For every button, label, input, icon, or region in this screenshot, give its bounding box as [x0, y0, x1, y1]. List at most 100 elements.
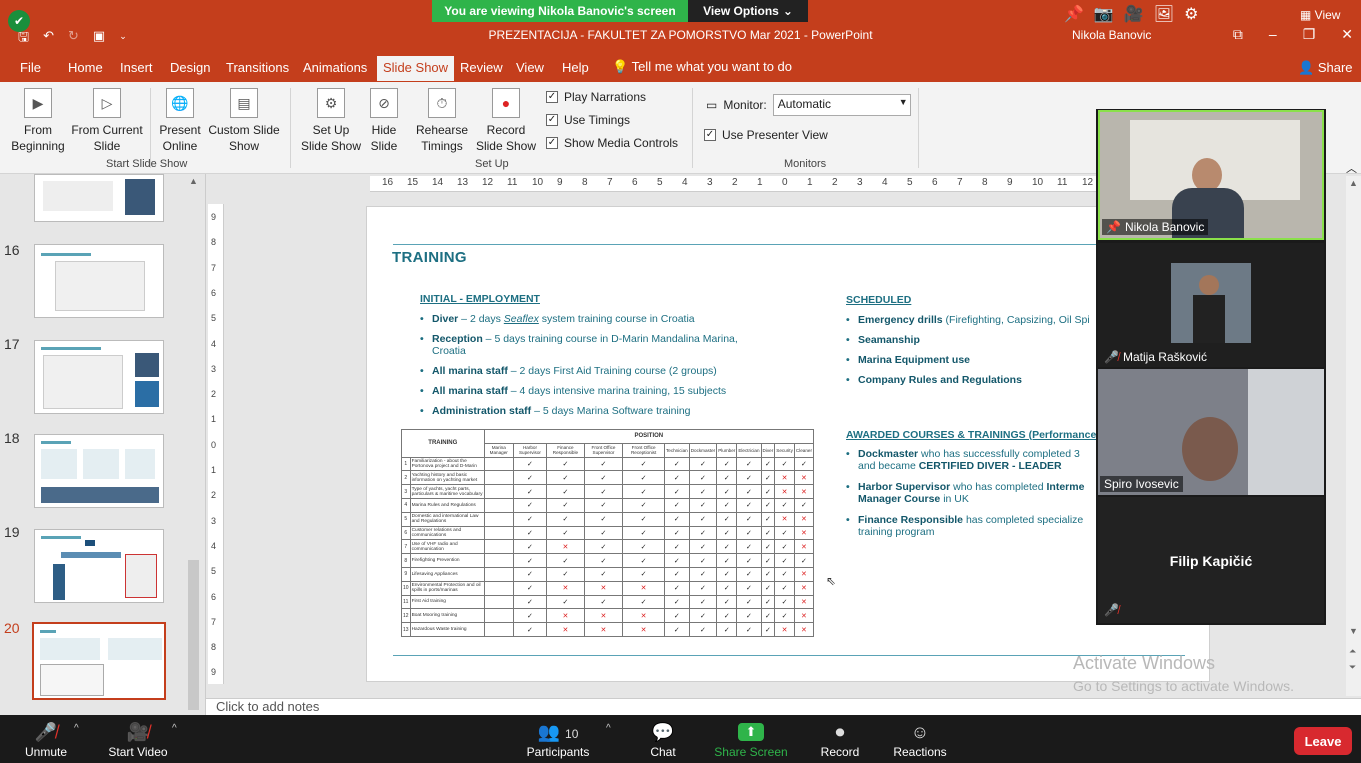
scheduled-heading: SCHEDULED: [846, 294, 912, 306]
collapse-ribbon-icon[interactable]: ︿: [1346, 160, 1357, 176]
slide-thumbnail[interactable]: [34, 174, 164, 222]
show-media-checkbox[interactable]: ✓ Show Media Controls: [546, 136, 678, 150]
restore-icon[interactable]: ❐: [1303, 26, 1316, 43]
row-number: 6: [401, 525, 411, 541]
view-options-button[interactable]: View Options ⌄: [688, 0, 808, 22]
slide-thumbnail[interactable]: [34, 529, 164, 603]
from-current-button[interactable]: ▷ From Current Slide: [70, 88, 144, 154]
play-narrations-checkbox[interactable]: ✓ Play Narrations: [546, 90, 646, 104]
use-timings-checkbox[interactable]: ✓ Use Timings: [546, 113, 630, 127]
share-screen-button[interactable]: ⬆ Share Screen: [714, 721, 788, 759]
hide-slide-button[interactable]: ⊘ Hide Slide: [366, 88, 402, 154]
tab-animations[interactable]: Animations: [303, 60, 367, 75]
slide-thumbnail[interactable]: [34, 340, 164, 414]
ruler-tick-label: 4: [211, 338, 217, 349]
monitor-select[interactable]: Automatic ▼: [772, 94, 911, 116]
zoom-view-button[interactable]: ▦ View: [1300, 8, 1340, 22]
present-online-button[interactable]: 🌐 Present Online: [154, 88, 206, 154]
account-name[interactable]: Nikola Banovic: [1072, 28, 1151, 42]
camera-icon[interactable]: 📷: [1094, 4, 1114, 24]
minimize-icon[interactable]: –: [1269, 26, 1277, 43]
audio-options-caret-icon[interactable]: ^: [74, 723, 79, 734]
thumb-org-chart: [53, 564, 65, 600]
record-button[interactable]: ⏺ Record: [818, 721, 862, 759]
tab-design[interactable]: Design: [170, 60, 210, 75]
scheduled-item: Emergency drills (Firefighting, Capsizin…: [846, 314, 1106, 326]
rehearse-button[interactable]: ⏱ Rehearse Timings: [412, 88, 472, 154]
check-icon: ✓: [583, 539, 624, 555]
from-beginning-button[interactable]: ▶ From Beginning: [8, 88, 68, 154]
check-icon: ✓: [663, 580, 690, 596]
presenter-view-label: Use Presenter View: [722, 128, 828, 142]
check-icon: ✓: [512, 511, 548, 527]
previous-slide-icon[interactable]: ⏶: [1349, 646, 1356, 657]
video-tile-active-speaker[interactable]: 📌 Nikola Banovic: [1098, 110, 1324, 240]
speaker-head: [1192, 158, 1222, 192]
gear-icon[interactable]: ⚙: [1184, 4, 1198, 24]
start-video-button[interactable]: 🎥̸ Start Video: [106, 721, 170, 759]
scroll-thumb[interactable]: [188, 560, 199, 710]
tab-insert[interactable]: Insert: [120, 60, 153, 75]
check-icon: ✓: [688, 594, 718, 610]
empty-cell: [483, 594, 514, 610]
slide-thumbnail[interactable]: [34, 244, 164, 318]
participants-count: 10: [565, 727, 579, 741]
ruler-tick-label: 0: [782, 177, 788, 188]
share-screen-label: Share Screen: [714, 745, 788, 759]
custom-show-button[interactable]: ▤ Custom Slide Show: [206, 88, 282, 154]
chat-button[interactable]: 💬 Chat: [644, 721, 682, 759]
next-slide-icon[interactable]: ⏷: [1349, 662, 1356, 673]
tell-me-search[interactable]: 💡 Tell me what you want to do: [612, 59, 792, 75]
setup-show-label: Set Up Slide Show: [300, 123, 362, 153]
row-training-name: Yachting history and basic information o…: [409, 470, 485, 486]
ribbon-display-icon[interactable]: ⧉: [1233, 26, 1243, 43]
tab-review[interactable]: Review: [460, 60, 503, 75]
slide-thumbnail-active[interactable]: [32, 622, 166, 700]
scroll-up-icon[interactable]: ▲: [189, 176, 198, 186]
check-icon: ✓: [760, 580, 776, 596]
video-options-caret-icon[interactable]: ^: [172, 723, 177, 734]
participant-name: Spiro Ivosevic: [1100, 476, 1183, 492]
share-button[interactable]: 👤 Share: [1298, 60, 1353, 76]
scroll-down-icon[interactable]: ▼: [1349, 626, 1358, 636]
close-icon[interactable]: ✕: [1341, 26, 1353, 43]
tab-slide-show[interactable]: Slide Show: [377, 56, 455, 81]
item-bold: All marina staff: [432, 385, 508, 397]
thumbnail-scrollbar[interactable]: ▲: [186, 174, 202, 715]
video-tile[interactable]: Spiro Ivosevic: [1098, 369, 1324, 495]
participants-button[interactable]: 👥 10 Participants: [524, 721, 592, 759]
slide-canvas[interactable]: TRAINING INITIAL - EMPLOYMENT Diver – 2 …: [366, 206, 1211, 682]
video-icon[interactable]: 🎥: [1124, 4, 1144, 24]
tab-file[interactable]: File: [20, 60, 41, 75]
video-tile[interactable]: 🎤̸ Matija Rašković: [1098, 243, 1324, 367]
tab-home[interactable]: Home: [68, 60, 103, 75]
video-tile[interactable]: Filip Kapičić 🎤̸: [1098, 497, 1324, 623]
presenter-view-checkbox[interactable]: ✓ Use Presenter View: [704, 128, 828, 142]
notes-pane[interactable]: Click to add notes: [206, 698, 1361, 715]
tab-view[interactable]: View: [516, 60, 544, 75]
check-icon: ✓: [774, 553, 795, 568]
leave-button[interactable]: Leave: [1294, 727, 1352, 755]
check-icon: ✓: [716, 594, 738, 610]
gallery-icon[interactable]: 🖼: [1154, 4, 1174, 24]
record-show-button[interactable]: ● Record Slide Show: [472, 88, 540, 154]
editor-scrollbar[interactable]: ▲ ▼ ⏶ ⏷: [1346, 176, 1361, 696]
check-icon: ✓: [736, 608, 762, 624]
tab-transitions[interactable]: Transitions: [226, 60, 289, 75]
table-column-header: Electrician: [736, 442, 762, 458]
unmute-button[interactable]: 🎤̸ Unmute: [22, 721, 70, 759]
row-number: 9: [401, 566, 411, 582]
scroll-up-icon[interactable]: ▲: [1349, 178, 1358, 188]
thumb-photo: [125, 179, 155, 215]
check-icon: ✓: [736, 539, 762, 555]
reactions-button[interactable]: ☺ Reactions: [892, 721, 948, 759]
item-text: – 2 days: [458, 313, 504, 325]
participants-caret-icon[interactable]: ^: [606, 723, 611, 734]
tab-help[interactable]: Help: [562, 60, 589, 75]
pin-icon[interactable]: 📌: [1064, 4, 1084, 24]
scheduled-item: Company Rules and Regulations: [846, 374, 1106, 386]
profile-photo: [1171, 263, 1251, 343]
slide-thumbnail[interactable]: [34, 434, 164, 508]
check-icon: ✓: [622, 594, 665, 610]
setup-show-button[interactable]: ⚙ Set Up Slide Show: [298, 88, 364, 154]
